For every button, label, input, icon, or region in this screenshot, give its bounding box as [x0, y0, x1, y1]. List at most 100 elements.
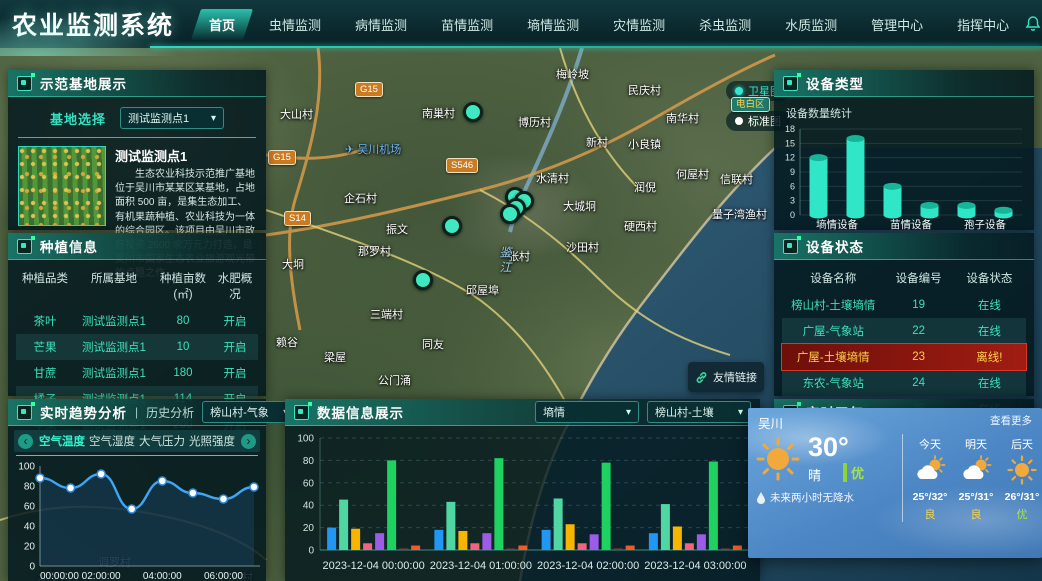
tab-大气压力[interactable]: 大气压力 [137, 433, 187, 449]
raindrop-icon [756, 492, 766, 504]
table-cell: 10 [154, 341, 212, 353]
svg-text:80: 80 [303, 456, 315, 467]
table-cell: 甘蔗 [16, 365, 74, 381]
nav-item-墒情监测[interactable]: 墒情监测 [512, 8, 594, 41]
nav-item-水质监测[interactable]: 水质监测 [770, 8, 852, 41]
panel-icon [783, 76, 798, 91]
data-type-value: 墒情 [543, 404, 565, 420]
svg-text:2023-12-04 03:00:00: 2023-12-04 03:00:00 [644, 560, 746, 572]
air-quality: 优 [843, 463, 864, 482]
map-marker[interactable] [463, 102, 483, 122]
table-header: 种植品类所属基地种植亩数(㎡)水肥概况 [16, 263, 258, 308]
base-select[interactable]: 测试监测点1 [120, 107, 224, 129]
table-cell: 广屋-气象站 [782, 323, 884, 339]
panel-icon [17, 405, 32, 420]
table-cell: 测试监测点1 [74, 365, 154, 381]
svg-text:0: 0 [29, 562, 35, 573]
data-station-select[interactable]: 榜山村-土壤 [647, 401, 751, 423]
svg-text:100: 100 [297, 434, 314, 445]
nav-item-管理中心[interactable]: 管理中心 [856, 8, 938, 41]
device-type-header: 设备类型 [774, 70, 1034, 97]
svg-text:80: 80 [24, 482, 36, 493]
device-status-header: 设备状态 [774, 233, 1034, 260]
nav-item-病情监测[interactable]: 病情监测 [340, 8, 422, 41]
data-station-value: 榜山村-土壤 [655, 404, 714, 420]
nav-item-首页[interactable]: 首页 [194, 8, 250, 41]
trend-line-chart: 02040608010000:00:0002:00:0004:00:0006:0… [10, 458, 262, 581]
base-select-label: 基地选择 [50, 109, 106, 128]
see-more-link[interactable]: 查看更多 [990, 413, 1032, 432]
table-row: 榜山村-土壤墒情19在线 [782, 292, 1026, 318]
base-panel-header: 示范基地展示 [8, 70, 266, 97]
svg-text:0: 0 [308, 546, 314, 557]
svg-text:06:00:00: 06:00:00 [204, 571, 243, 581]
nav-item-指挥中心[interactable]: 指挥中心 [942, 8, 1024, 41]
svg-text:2023-12-04 01:00:00: 2023-12-04 01:00:00 [430, 560, 532, 572]
history-link[interactable]: 历史分析 [146, 404, 194, 421]
chevron-down-icon [211, 112, 216, 124]
svg-text:苗情设备: 苗情设备 [890, 218, 932, 231]
partly-cloudy-icon [914, 455, 946, 488]
weather-widget: 吴川 查看更多 30° [748, 408, 1042, 558]
forecast-temp: 25°/32° [913, 491, 948, 503]
tab-空气温度[interactable]: 空气温度 [37, 433, 87, 449]
forecast-quality: 良 [925, 506, 936, 522]
svg-text:6: 6 [790, 181, 795, 191]
panel-icon [17, 76, 32, 91]
friend-links-button[interactable]: 友情链接 [688, 362, 764, 392]
trend-panel: 实时趋势分析 | 历史分析 榜山村-气象 空气温度空气湿度大气压力光照强度 0 2… [8, 399, 266, 581]
svg-text:18: 18 [785, 124, 795, 134]
planting-panel-header: 种植信息 [8, 233, 266, 260]
table-cell: 24 [884, 377, 952, 389]
table-cell: 榜山村-土壤墒情 [782, 297, 884, 313]
table-cell: 在线 [953, 323, 1026, 339]
next-arrow-icon[interactable] [241, 434, 256, 449]
current-temp: 30° [808, 434, 864, 461]
svg-text:40: 40 [303, 501, 315, 512]
svg-text:60: 60 [303, 478, 315, 489]
table-cell: 测试监测点1 [74, 339, 154, 355]
data-panel: 数据信息展示 墒情 榜山村-土壤 0204060801002023-12-04 … [285, 399, 760, 581]
table-cell: 在线 [953, 297, 1026, 313]
nav-item-杀虫监测[interactable]: 杀虫监测 [684, 8, 766, 41]
table-cell: 开启 [212, 365, 258, 381]
forecast-temp: 26°/31° [1005, 491, 1040, 503]
svg-text:孢子设备: 孢子设备 [964, 218, 1006, 231]
base-panel: 示范基地展示 基地选择 测试监测点1 测试监测点1 生态农业科技示范推广基地位于… [8, 70, 266, 230]
svg-text:2023-12-04 00:00:00: 2023-12-04 00:00:00 [323, 560, 425, 572]
sun-icon [756, 437, 800, 481]
svg-text:20: 20 [24, 542, 36, 553]
nav-right: 16:32:10 wuchuan@test [1024, 15, 1042, 33]
data-type-select[interactable]: 墒情 [535, 401, 639, 423]
column-header: 设备状态 [953, 270, 1026, 286]
table-cell: 22 [884, 325, 952, 337]
base-panel-title: 示范基地展示 [40, 73, 127, 93]
radio-unselected-icon [735, 117, 743, 125]
nav-item-苗情监测[interactable]: 苗情监测 [426, 8, 508, 41]
table-row: 东农-气象站24在线 [782, 370, 1026, 396]
nav-item-虫情监测[interactable]: 虫情监测 [254, 8, 336, 41]
nav-item-灾情监测[interactable]: 灾情监测 [598, 8, 680, 41]
weather-city: 吴川 [758, 413, 783, 432]
trend-select-value: 榜山村-气象 [210, 404, 269, 420]
link-icon [695, 371, 708, 384]
map-marker[interactable] [413, 270, 433, 290]
table-cell: 离线! [953, 349, 1026, 365]
svg-text:3: 3 [790, 196, 795, 206]
trend-panel-header: 实时趋势分析 | 历史分析 榜山村-气象 [8, 399, 266, 426]
data-panel-title: 数据信息展示 [317, 402, 404, 422]
svg-text:00:00:00: 00:00:00 [40, 571, 79, 581]
tab-光照强度[interactable]: 光照强度 [187, 433, 237, 449]
trend-station-select[interactable]: 榜山村-气象 [202, 401, 296, 423]
table-cell: 在线 [953, 375, 1026, 391]
bell-icon[interactable] [1024, 15, 1042, 33]
data-bar-chart: 0204060801002023-12-04 00:00:002023-12-0… [287, 428, 753, 578]
top-navbar: 农业监测系统 首页虫情监测病情监测苗情监测墒情监测灾情监测杀虫监测水质监测管理中… [0, 0, 1042, 48]
map-marker[interactable] [500, 204, 520, 224]
map-marker[interactable] [442, 216, 462, 236]
forecast-temp: 25°/31° [959, 491, 994, 503]
tab-空气湿度[interactable]: 空气湿度 [87, 433, 137, 449]
prev-arrow-icon[interactable] [18, 434, 33, 449]
svg-text:2023-12-04 02:00:00: 2023-12-04 02:00:00 [537, 560, 639, 572]
table-header: 设备名称设备编号设备状态 [782, 263, 1026, 292]
